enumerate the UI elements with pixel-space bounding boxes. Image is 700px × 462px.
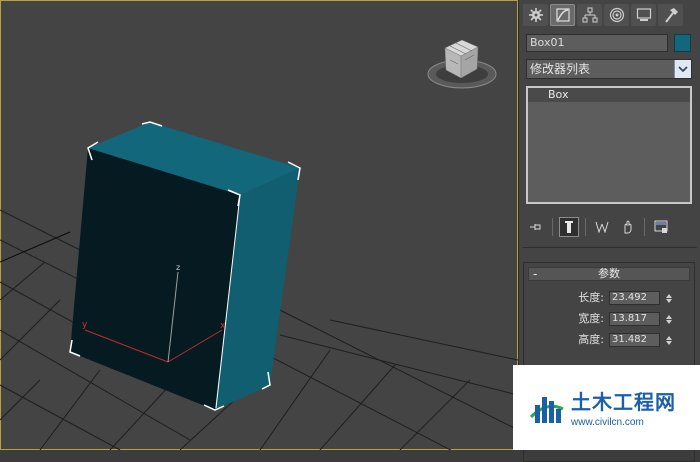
width-spinner[interactable] bbox=[664, 312, 674, 326]
hammer-icon bbox=[664, 8, 678, 23]
toolbar-divider bbox=[552, 218, 553, 236]
display-tab[interactable] bbox=[631, 4, 656, 26]
modifier-stack[interactable]: Box bbox=[526, 86, 692, 204]
length-spinner[interactable] bbox=[664, 291, 674, 305]
gizmo-x-label: x bbox=[220, 321, 226, 331]
parameters-title: 参数 bbox=[598, 267, 620, 280]
stack-toolbar bbox=[526, 215, 692, 239]
box-front-face[interactable] bbox=[70, 148, 240, 410]
length-label: 长度: bbox=[578, 291, 604, 304]
stack-item-box[interactable]: Box bbox=[528, 88, 690, 102]
chevron-down-icon[interactable] bbox=[674, 60, 691, 78]
collapse-toggle[interactable]: - bbox=[533, 268, 537, 280]
display-icon bbox=[636, 8, 651, 21]
hierarchy-tab[interactable] bbox=[577, 4, 602, 26]
toolbar-divider bbox=[644, 218, 645, 236]
gizmo-z-label: z bbox=[176, 263, 180, 272]
show-end-result-icon[interactable] bbox=[559, 217, 579, 237]
panel-divider bbox=[523, 247, 697, 248]
hierarchy-icon bbox=[582, 7, 597, 23]
object-name-field[interactable]: Box01 bbox=[526, 34, 668, 52]
modify-tab[interactable] bbox=[550, 4, 575, 26]
watermark-url: www.civilcn.com bbox=[571, 417, 644, 428]
parameters-rollout-header[interactable]: - 参数 bbox=[528, 267, 690, 281]
width-label: 宽度: bbox=[578, 312, 604, 325]
pin-stack-icon[interactable] bbox=[526, 217, 546, 237]
configure-sets-icon[interactable] bbox=[651, 217, 671, 237]
viewport-canvas[interactable]: y x z bbox=[0, 0, 518, 450]
site-logo-icon bbox=[529, 397, 564, 423]
modify-icon bbox=[555, 8, 570, 22]
modifier-list-dropdown[interactable]: 修改器列表 bbox=[526, 59, 692, 79]
height-input[interactable]: 31.482 bbox=[609, 333, 660, 347]
remove-modifier-icon[interactable] bbox=[618, 217, 638, 237]
object-color-swatch[interactable] bbox=[674, 34, 691, 52]
gizmo-y-label: y bbox=[82, 320, 88, 330]
site-watermark: 土木工程网 www.civilcn.com bbox=[513, 365, 700, 450]
motion-icon bbox=[609, 7, 624, 23]
width-row: 宽度: 13.817 bbox=[524, 311, 694, 327]
width-input[interactable]: 13.817 bbox=[609, 312, 660, 326]
motion-tab[interactable] bbox=[604, 4, 629, 26]
length-row: 长度: 23.492 bbox=[524, 290, 694, 306]
height-spinner[interactable] bbox=[664, 333, 674, 347]
length-input[interactable]: 23.492 bbox=[609, 291, 660, 305]
box-object[interactable] bbox=[70, 122, 300, 410]
command-panel-tabs bbox=[523, 4, 683, 26]
height-label: 高度: bbox=[578, 333, 604, 346]
modifier-list-label: 修改器列表 bbox=[530, 62, 591, 76]
sun-gear-icon bbox=[528, 8, 543, 22]
create-tab[interactable] bbox=[523, 4, 548, 26]
make-unique-icon[interactable] bbox=[592, 217, 612, 237]
utilities-tab[interactable] bbox=[658, 4, 683, 26]
watermark-title: 土木工程网 bbox=[571, 390, 676, 414]
toolbar-divider bbox=[585, 218, 586, 236]
height-row: 高度: 31.482 bbox=[524, 332, 694, 348]
viewcube-icon[interactable] bbox=[427, 39, 497, 89]
perspective-viewport[interactable]: y x z bbox=[0, 0, 518, 450]
